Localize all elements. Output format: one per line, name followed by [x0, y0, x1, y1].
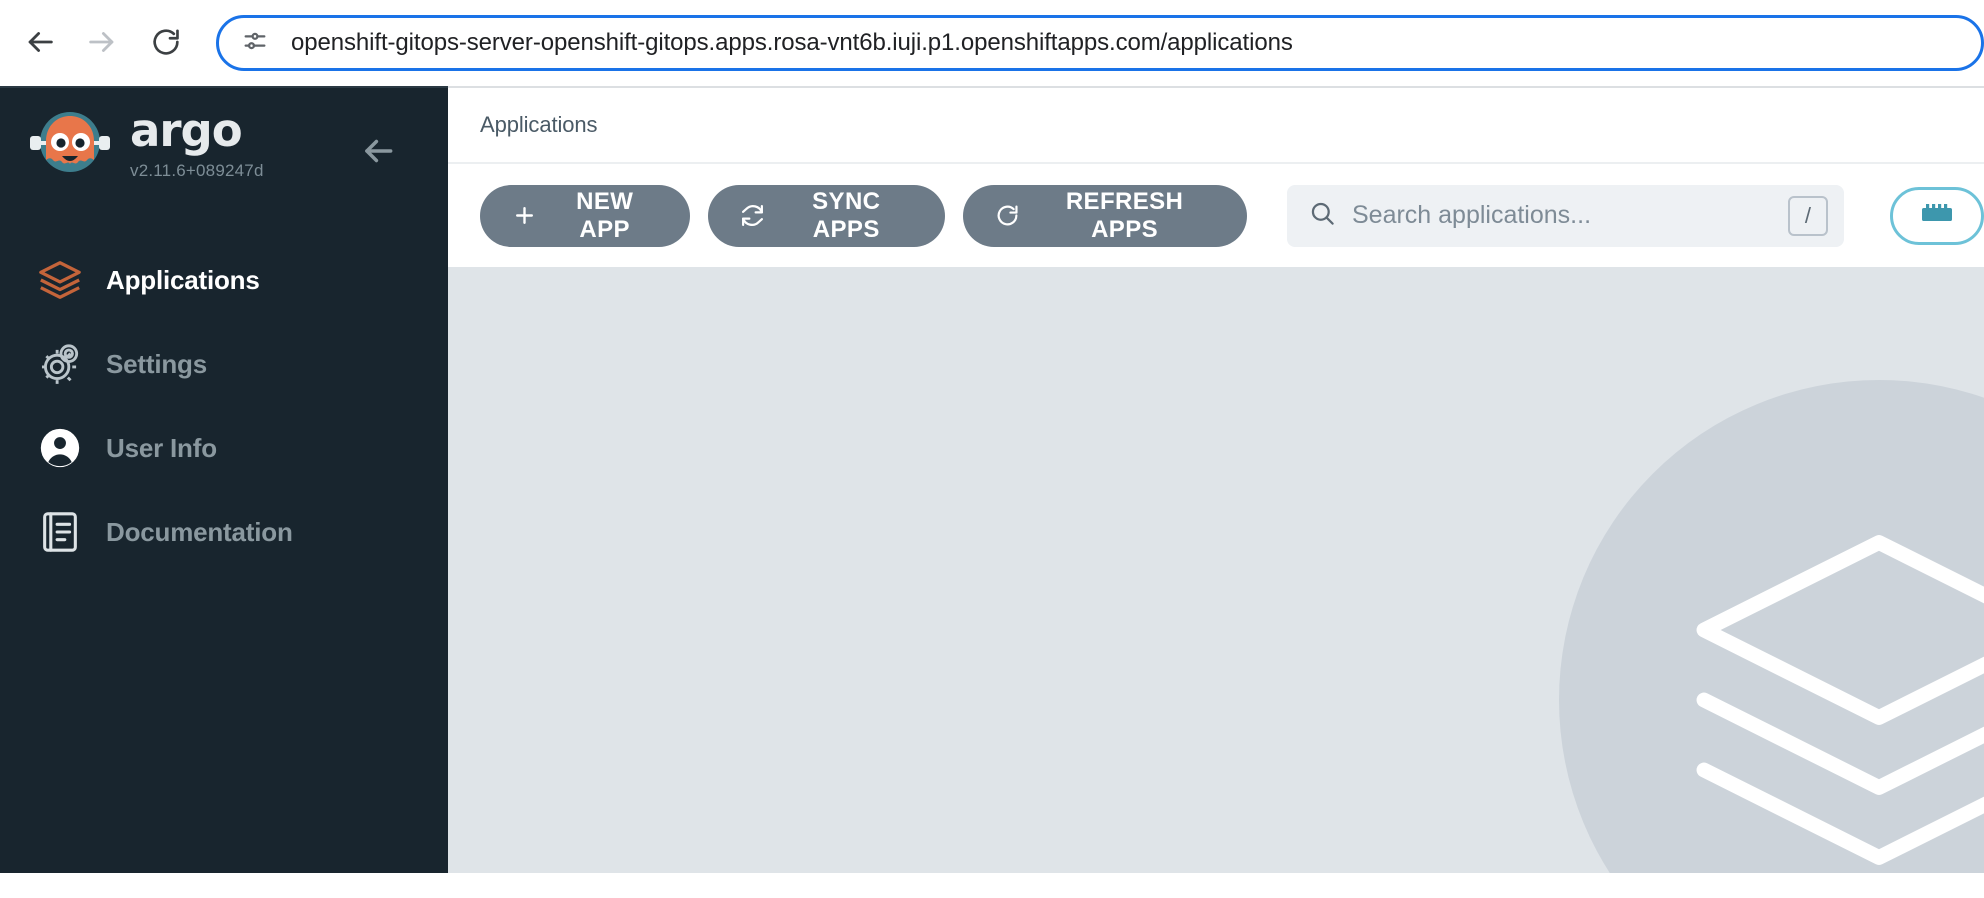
refresh-apps-label: REFRESH APPS [1034, 188, 1215, 244]
address-bar-url: openshift-gitops-server-openshift-gitops… [291, 29, 1293, 57]
sync-apps-button[interactable]: SYNC APPS [708, 185, 945, 247]
app-shell: argo v2.11.6+089247d [0, 86, 1984, 873]
view-toggle-button[interactable] [1890, 187, 1984, 245]
forward-arrow-icon [85, 25, 119, 62]
argo-octopus-logo-icon [24, 98, 116, 190]
search-shortcut-badge: / [1788, 196, 1828, 236]
new-app-label: NEW APP [551, 188, 658, 244]
sidebar-nav: Applications Settings [0, 238, 448, 574]
ruler-icon [1920, 202, 1954, 229]
gear-icon [32, 341, 88, 387]
browser-back-button[interactable] [12, 15, 68, 71]
sidebar: argo v2.11.6+089247d [0, 86, 448, 873]
page-title: Applications [480, 112, 597, 138]
main-content-area: Applications NEW APP [448, 86, 1984, 873]
sidebar-item-user-info[interactable]: User Info [0, 406, 448, 490]
plus-icon [512, 203, 537, 228]
brand-text-block: argo v2.11.6+089247d [130, 108, 264, 181]
sidebar-item-label: Applications [106, 265, 260, 296]
refresh-apps-button[interactable]: REFRESH APPS [963, 185, 1247, 247]
page-header: Applications [448, 88, 1984, 164]
browser-forward-button[interactable] [74, 15, 130, 71]
sidebar-item-applications[interactable]: Applications [0, 238, 448, 322]
argo-wordmark: argo [130, 108, 264, 153]
search-box[interactable]: / [1287, 185, 1844, 247]
applications-canvas [448, 267, 1984, 873]
applications-toolbar: NEW APP SYNC APPS [448, 164, 1984, 267]
search-icon [1309, 200, 1336, 232]
search-input[interactable] [1352, 201, 1788, 230]
sidebar-brand[interactable]: argo v2.11.6+089247d [0, 88, 448, 200]
address-bar[interactable]: openshift-gitops-server-openshift-gitops… [216, 15, 1984, 71]
sidebar-item-label: Documentation [106, 517, 293, 548]
sync-apps-label: SYNC APPS [779, 188, 913, 244]
browser-chrome: openshift-gitops-server-openshift-gitops… [0, 0, 1984, 86]
sidebar-item-label: User Info [106, 433, 217, 464]
sidebar-item-documentation[interactable]: Documentation [0, 490, 448, 574]
sidebar-item-settings[interactable]: Settings [0, 322, 448, 406]
new-app-button[interactable]: NEW APP [480, 185, 690, 247]
sidebar-collapse-button[interactable] [356, 130, 400, 174]
argo-version-label: v2.11.6+089247d [130, 161, 264, 181]
book-icon [32, 509, 88, 555]
back-arrow-icon [23, 25, 57, 62]
reload-icon [150, 26, 182, 61]
sidebar-item-label: Settings [106, 349, 207, 380]
layers-watermark-icon [1559, 380, 1984, 873]
browser-reload-button[interactable] [138, 15, 194, 71]
user-circle-icon [32, 425, 88, 471]
refresh-icon [995, 203, 1020, 228]
layers-icon [32, 257, 88, 303]
left-arrow-icon [359, 132, 397, 173]
sync-icon [740, 203, 765, 228]
site-settings-icon[interactable] [241, 27, 269, 60]
